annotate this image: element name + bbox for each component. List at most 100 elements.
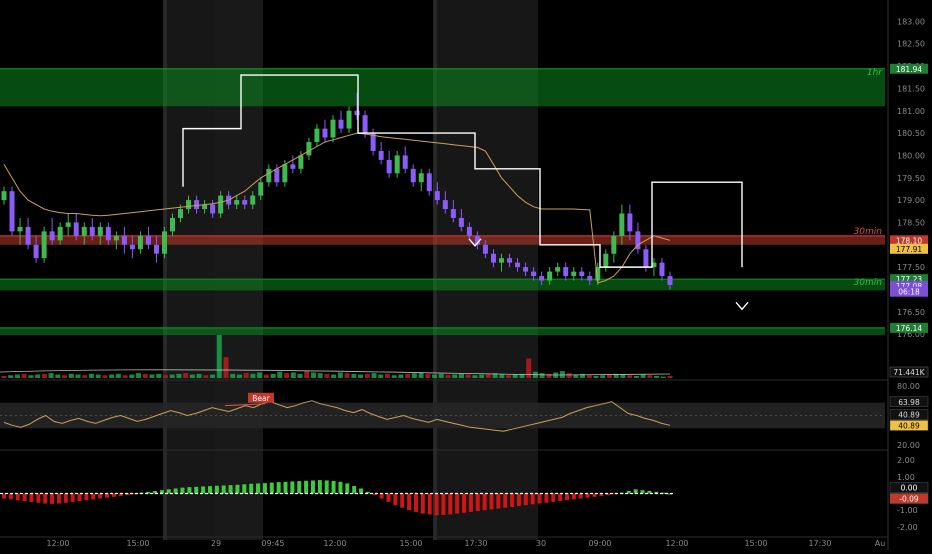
macd-bar (2, 493, 6, 499)
macd-bar (70, 493, 75, 502)
macd-bar (29, 493, 34, 502)
candle-body (378, 150, 384, 160)
chart-canvas[interactable]: 1hr30min30min183.00182.50182.00181.50181… (0, 0, 932, 550)
volume-bar (654, 375, 660, 378)
macd-bar (207, 486, 212, 494)
candle-body (426, 173, 432, 192)
volume-bar (196, 373, 202, 378)
volume-bar (1, 375, 7, 378)
candle-body (218, 195, 224, 214)
x-tick-label: 15:00 (399, 539, 422, 548)
candle-body (346, 110, 352, 129)
candle-body (1, 191, 7, 201)
x-tick-label: 09:45 (261, 539, 284, 548)
volume-bar (600, 375, 606, 378)
price-tick-label: 182.50 (897, 40, 925, 49)
macd-bar (475, 493, 480, 512)
macd-tick-label: 2.00 (897, 456, 915, 465)
volume-bar (156, 373, 162, 378)
candle-body (170, 217, 176, 232)
macd-bar (249, 483, 254, 494)
volume-badge-label: 71.441K (893, 368, 925, 377)
candle-body (418, 173, 424, 183)
macd-bar (297, 481, 302, 494)
candle-body (274, 168, 280, 183)
candle-body (410, 168, 416, 183)
trading-chart[interactable]: 1hr30min30min183.00182.50182.00181.50181… (0, 0, 932, 550)
volume-bar (236, 374, 242, 378)
candle-body (282, 164, 288, 183)
macd-bar (36, 493, 41, 503)
macd-bar (523, 493, 528, 506)
x-tick-label: 12:00 (665, 539, 688, 548)
candle-body (362, 115, 368, 134)
macd-bar (43, 493, 48, 504)
candle-body (482, 244, 488, 254)
macd-bar (290, 481, 295, 494)
volume-bar (593, 375, 599, 378)
macd-bar (214, 485, 219, 494)
volume-bar (21, 373, 27, 378)
candle-body (73, 222, 79, 236)
osc-tick-label: 80.00 (897, 382, 920, 391)
candle-body (498, 258, 504, 263)
volume-bar (149, 374, 155, 378)
x-tick-label: Au (875, 539, 886, 548)
macd-bar (317, 480, 322, 494)
macd-bar (407, 493, 412, 511)
candle-body (113, 235, 119, 241)
zone-band (0, 327, 885, 336)
macd-bar (98, 493, 103, 499)
macd-bar (84, 493, 89, 501)
candle-body (643, 249, 649, 268)
volume-bar (371, 373, 377, 378)
macd-bar (324, 480, 329, 494)
price-tick-label: 179.50 (897, 174, 925, 183)
macd-bar (516, 493, 521, 507)
candle-body (137, 235, 143, 250)
volume-bar (472, 375, 478, 378)
candle-body (210, 204, 216, 214)
candle-body (314, 128, 320, 143)
volume-bar (230, 373, 236, 378)
x-tick-label: 12:00 (323, 539, 346, 548)
macd-bar (530, 493, 535, 505)
macd-bar (352, 485, 357, 494)
macd-bar (235, 484, 240, 494)
volume-bar (606, 374, 612, 378)
volume-bar (162, 375, 168, 378)
candle-body (242, 200, 248, 205)
macd-bar (331, 480, 336, 494)
volume-bar (337, 372, 343, 378)
volume-bar (284, 373, 290, 378)
candle-body (450, 209, 456, 218)
candle-body (25, 226, 31, 245)
macd-tick-label: -2.00 (897, 523, 918, 532)
volume-bar (304, 371, 310, 378)
candle-body (402, 155, 408, 169)
oscillator-band (0, 402, 885, 429)
price-tick-label: 176.50 (897, 308, 925, 317)
volume-bar (75, 374, 81, 378)
x-tick-label: 15:00 (126, 539, 149, 548)
volume-bar (526, 358, 532, 378)
volume-bar (512, 374, 518, 378)
candle-body (290, 164, 296, 169)
macd-bar (441, 493, 446, 515)
candle-body (571, 271, 577, 277)
candle-body (145, 235, 151, 245)
x-tick-label: 15:00 (744, 539, 767, 548)
volume-bar (223, 357, 229, 378)
volume-bar (14, 374, 20, 378)
candle-body (611, 235, 617, 254)
macd-bar (496, 493, 501, 509)
volume-bar (378, 374, 384, 378)
candle-body (659, 262, 665, 277)
macd-bar (537, 493, 542, 504)
macd-bar (201, 486, 206, 494)
macd-bar (194, 486, 199, 494)
volume-bar (559, 371, 565, 378)
macd-bar (15, 493, 20, 501)
x-tick-label: 12:00 (46, 539, 69, 548)
candle-body (555, 267, 561, 272)
